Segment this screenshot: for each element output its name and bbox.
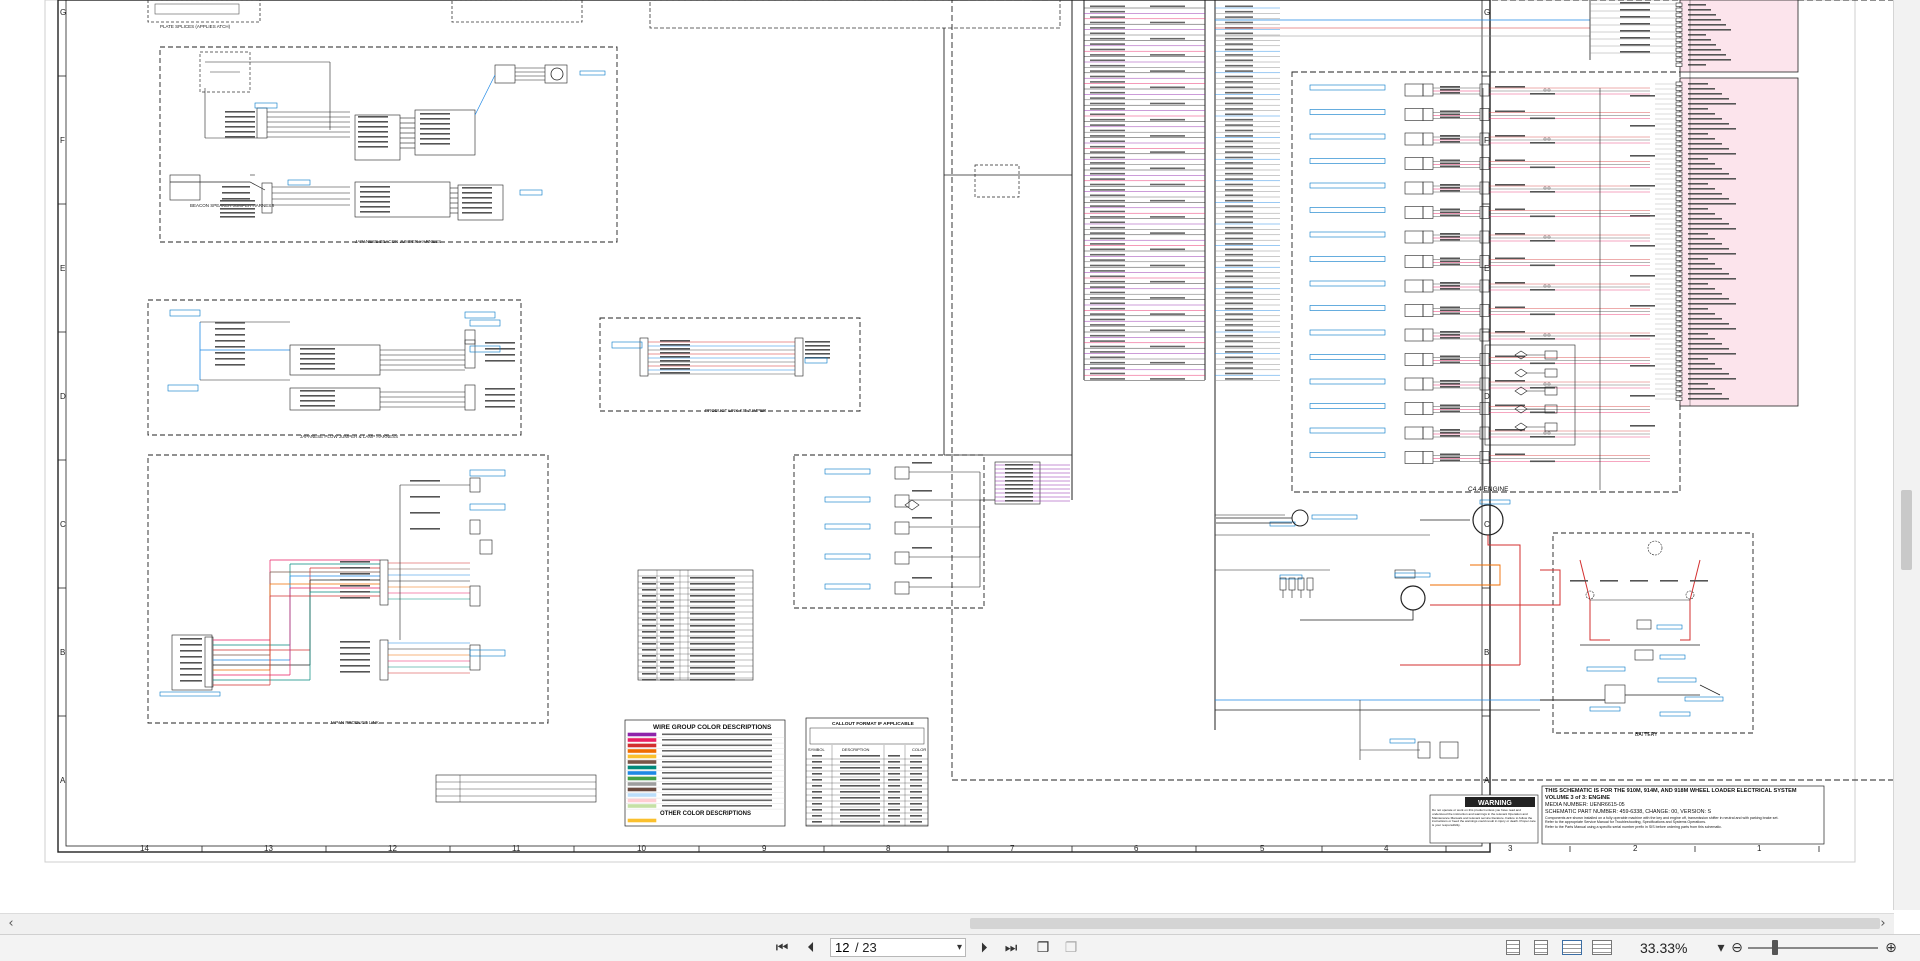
engine-label: C4.4 ENGINE <box>1468 486 1509 493</box>
column-label: 5 <box>1260 844 1265 853</box>
column-label: 4 <box>1384 844 1389 853</box>
callout-table-title: CALLOUT FORMAT IF APPLICABLE <box>832 721 915 727</box>
row-label: G <box>1484 8 1490 17</box>
column-label: 1 <box>1757 844 1762 853</box>
column-label: 2 <box>1633 844 1638 853</box>
battery-label: BATTERY <box>1635 732 1658 738</box>
forward-view-icon[interactable]: ❐ <box>1062 938 1080 958</box>
callout-description-header: DESCRIPTION <box>842 747 869 752</box>
back-view-icon[interactable]: ❐ <box>1034 938 1052 958</box>
title-line-2: VOLUME 3 of 3: ENGINE <box>1545 795 1610 801</box>
next-page-icon[interactable]: ⏵ <box>975 938 993 958</box>
row-label: B <box>60 648 65 657</box>
callout-color-header: COLOR <box>912 747 926 752</box>
plow-harness-label: JAPANESE PLOW JUMPER & LAMP HARNESS <box>300 434 398 439</box>
warning-body: Do not operate or work on this product u… <box>1432 809 1536 828</box>
single-page-view-icon[interactable] <box>1506 940 1520 955</box>
ecm-panel-top <box>1679 0 1799 73</box>
bottom-toolbar: ⏮ ⏴ / 23 ▾ ⏵ ⏭ ❐ ❐ 33.33% ▾ ⊖ ⊕ <box>0 934 1920 961</box>
zoom-level: 33.33% <box>1640 940 1688 956</box>
horizontal-scrollbar[interactable]: ‹ › <box>0 913 1894 934</box>
zoom-in-icon[interactable]: ⊕ <box>1882 938 1900 958</box>
column-label: 14 <box>140 844 149 853</box>
top-left-caption: PLATE SPLICES (APPLIES ATCH) <box>160 24 231 29</box>
row-label: C <box>1484 520 1490 529</box>
row-label: F <box>60 136 65 145</box>
page-count: / 23 <box>855 940 877 955</box>
column-label: 10 <box>637 844 646 853</box>
row-label: A <box>1484 776 1490 785</box>
callout-symbol-header: SYMBOL <box>808 747 825 752</box>
product-link-jumper-label: PRODUCT LINK KIT JUMPER <box>705 408 767 413</box>
row-label: G <box>60 8 66 17</box>
title-line-1: THIS SCHEMATIC IS FOR THE 910M, 914M, AN… <box>1545 788 1797 794</box>
first-page-icon[interactable]: ⏮ <box>773 938 791 958</box>
beacon-harness-label: JAPANESE BEACON JUMPER HARNESS <box>355 239 441 244</box>
row-label: D <box>60 392 66 401</box>
facing-view-icon[interactable] <box>1562 940 1582 955</box>
page-dropdown-icon[interactable]: ▾ <box>957 939 962 956</box>
row-label: E <box>1484 264 1489 273</box>
page-number-input[interactable] <box>835 940 855 955</box>
warning-heading: WARNING <box>1478 800 1512 807</box>
previous-page-icon[interactable]: ⏴ <box>802 938 820 958</box>
scroll-right-arrow-icon[interactable]: › <box>1874 914 1892 934</box>
schematic-canvas: G GF FE ED DC CB BA A 14 13 12 11 10 9 8 7 6 5 4 3 2 1 PLATE… <box>44 0 1920 863</box>
column-label: 6 <box>1134 844 1139 853</box>
horizontal-scrollbar-thumb[interactable] <box>970 918 1880 929</box>
column-label: 13 <box>264 844 273 853</box>
row-label: B <box>1484 648 1489 657</box>
column-label: 3 <box>1508 844 1513 853</box>
title-line-3: MEDIA NUMBER: UENR6615-05 <box>1545 802 1625 808</box>
last-page-icon[interactable]: ⏭ <box>1002 938 1020 958</box>
page-number-field[interactable]: / 23 ▾ <box>830 938 966 957</box>
japan-product-link-label: JAPAN PRODUCT LINK <box>330 720 379 725</box>
zoom-slider-thumb[interactable] <box>1772 940 1778 955</box>
zoom-slider[interactable] <box>1748 947 1878 949</box>
column-label: 8 <box>886 844 891 853</box>
row-label: C <box>60 520 66 529</box>
other-color-title: OTHER COLOR DESCRIPTIONS <box>660 811 751 817</box>
row-label: A <box>60 776 66 785</box>
row-label: E <box>60 264 65 273</box>
column-label: 11 <box>512 844 521 853</box>
wire-group-table-title: WIRE GROUP COLOR DESCRIPTIONS <box>653 724 772 731</box>
zoom-out-icon[interactable]: ⊖ <box>1728 938 1746 958</box>
continuous-facing-view-icon[interactable] <box>1592 940 1612 955</box>
continuous-view-icon[interactable] <box>1534 940 1548 955</box>
column-label: 12 <box>388 844 397 853</box>
ecm-panel <box>1679 77 1799 407</box>
vertical-scrollbar-thumb[interactable] <box>1901 490 1912 570</box>
document-viewport[interactable]: GGFFEEDDCCBBAA 14 13 12 11 10 9 8 7 6 5 4 3 2 1 PLATE… <box>0 0 1920 910</box>
vertical-scrollbar[interactable] <box>1893 0 1920 910</box>
title-line-4: SCHEMATIC PART NUMBER: 459-6338, CHANGE:… <box>1545 809 1712 815</box>
title-line-7: Refer to the Parts Manual using a specif… <box>1545 824 1722 829</box>
scroll-left-arrow-icon[interactable]: ‹ <box>2 914 20 934</box>
row-label: F <box>1484 136 1489 145</box>
column-label: 9 <box>762 844 767 853</box>
column-label: 7 <box>1010 844 1015 853</box>
